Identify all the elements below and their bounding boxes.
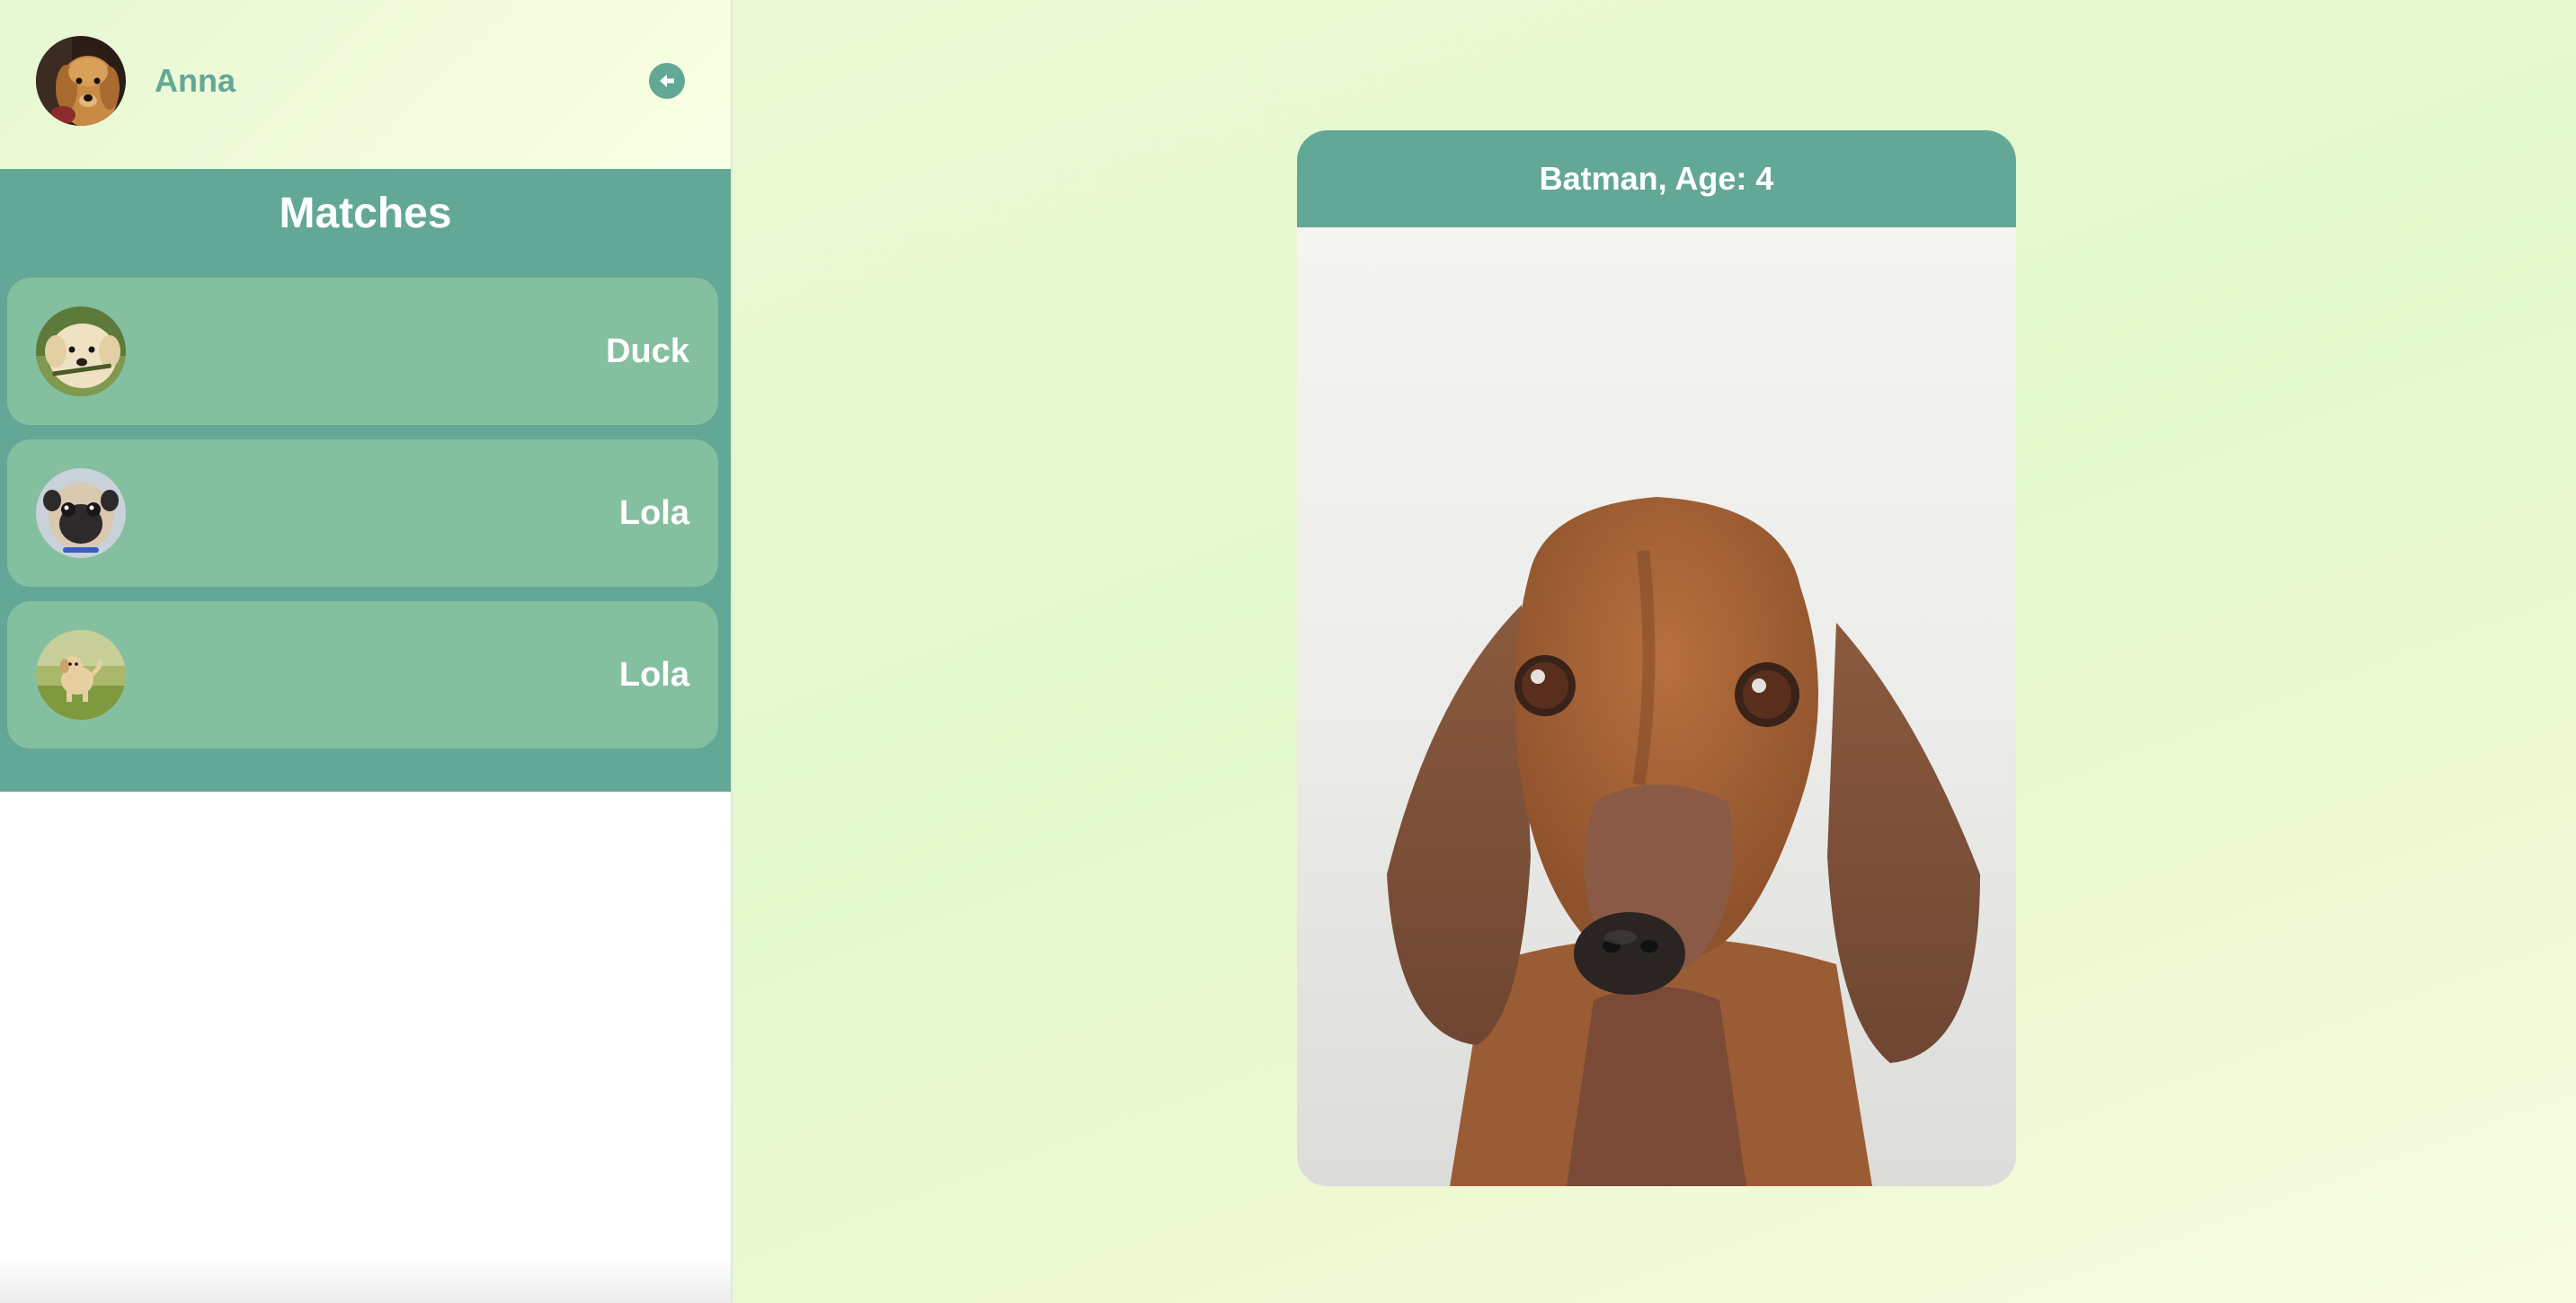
user-name: Anna [155, 62, 235, 99]
dachshund-photo [1297, 227, 2016, 1186]
arrow-left-icon [660, 75, 674, 87]
match-card-lola[interactable]: Lola [7, 439, 718, 587]
match-name: Lola [618, 656, 689, 694]
user-avatar[interactable] [36, 36, 126, 126]
match-name: Duck [606, 332, 689, 370]
card-title: Batman, Age: 4 [1539, 160, 1774, 197]
matches-title: Matches [279, 190, 452, 237]
matches-panel: Matches Duck Lola Lola [0, 169, 731, 792]
profile-header: Anna [0, 0, 731, 169]
match-avatar [36, 306, 126, 396]
match-avatar [36, 468, 126, 558]
logout-button[interactable] [649, 63, 685, 99]
match-name: Lola [618, 494, 689, 532]
match-avatar [36, 630, 126, 720]
sidebar: Anna Matches Duck Lola Lola [0, 0, 733, 1303]
match-card-lola[interactable]: Lola [7, 601, 718, 749]
card-header: Batman, Age: 4 [1297, 130, 2016, 227]
match-card-duck[interactable]: Duck [7, 278, 718, 425]
main-area: Batman, Age: 4 [733, 0, 2576, 1303]
dog-profile-card[interactable]: Batman, Age: 4 [1297, 130, 2016, 1186]
sidebar-bottom-shadow [0, 1258, 731, 1303]
